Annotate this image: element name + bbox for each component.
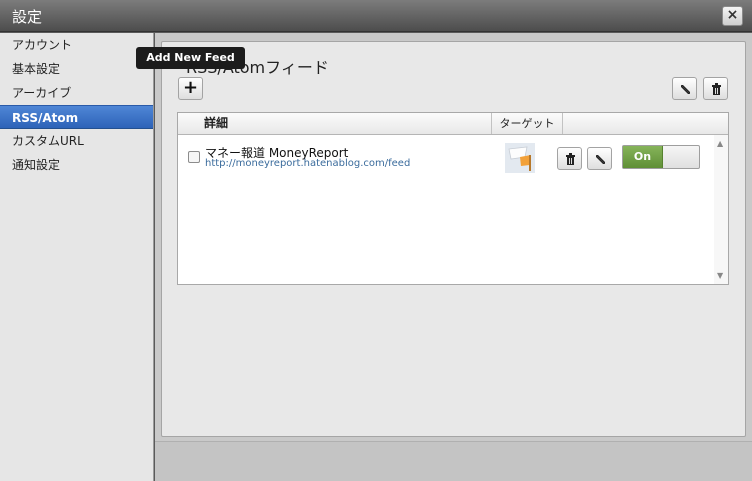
table-scrollbar[interactable]: ▲ ▼ <box>714 135 728 284</box>
toggle-on-label: On <box>623 146 663 168</box>
column-header-detail[interactable]: 詳細 <box>204 113 228 134</box>
settings-sidebar: アカウント 基本設定 アーカイブ RSS/Atom カスタムURL 通知設定 <box>0 33 154 481</box>
edit-button[interactable] <box>672 77 697 100</box>
sidebar-item-account[interactable]: アカウント <box>0 33 153 57</box>
pencil-icon <box>681 85 690 94</box>
sidebar-item-rss-atom[interactable]: RSS/Atom <box>0 105 153 129</box>
plus-icon: + <box>182 77 199 98</box>
sidebar-item-basic-settings[interactable]: 基本設定 <box>0 57 153 81</box>
trash-icon <box>712 83 721 95</box>
table-header: 詳細 ターゲット <box>178 113 728 135</box>
column-header-target[interactable]: ターゲット <box>491 113 563 134</box>
sidebar-item-notification-settings[interactable]: 通知設定 <box>0 153 153 177</box>
scroll-down-arrow-icon[interactable]: ▼ <box>717 271 723 280</box>
flag-target-icon <box>505 143 535 173</box>
pencil-icon <box>596 155 605 164</box>
window-titlebar: 設定 × <box>0 0 752 32</box>
close-button[interactable]: × <box>722 6 743 26</box>
row-delete-button[interactable] <box>557 147 582 170</box>
row-edit-button[interactable] <box>587 147 612 170</box>
sidebar-item-custom-url[interactable]: カスタムURL <box>0 129 153 153</box>
add-feed-tooltip: Add New Feed <box>136 47 245 69</box>
feed-enabled-toggle[interactable]: On <box>622 145 700 169</box>
feed-url[interactable]: http://moneyreport.hatenablog.com/feed <box>205 158 410 169</box>
add-feed-button[interactable]: + <box>178 77 203 100</box>
sidebar-item-archive[interactable]: アーカイブ <box>0 81 153 105</box>
row-checkbox[interactable] <box>188 151 200 163</box>
delete-button[interactable] <box>703 77 728 100</box>
bottom-bar <box>155 441 752 481</box>
trash-icon <box>566 153 575 165</box>
scroll-up-arrow-icon[interactable]: ▲ <box>717 139 723 148</box>
window-title: 設定 <box>12 8 43 26</box>
feed-table: 詳細 ターゲット マネー報道 MoneyReport http://moneyr… <box>177 112 729 285</box>
